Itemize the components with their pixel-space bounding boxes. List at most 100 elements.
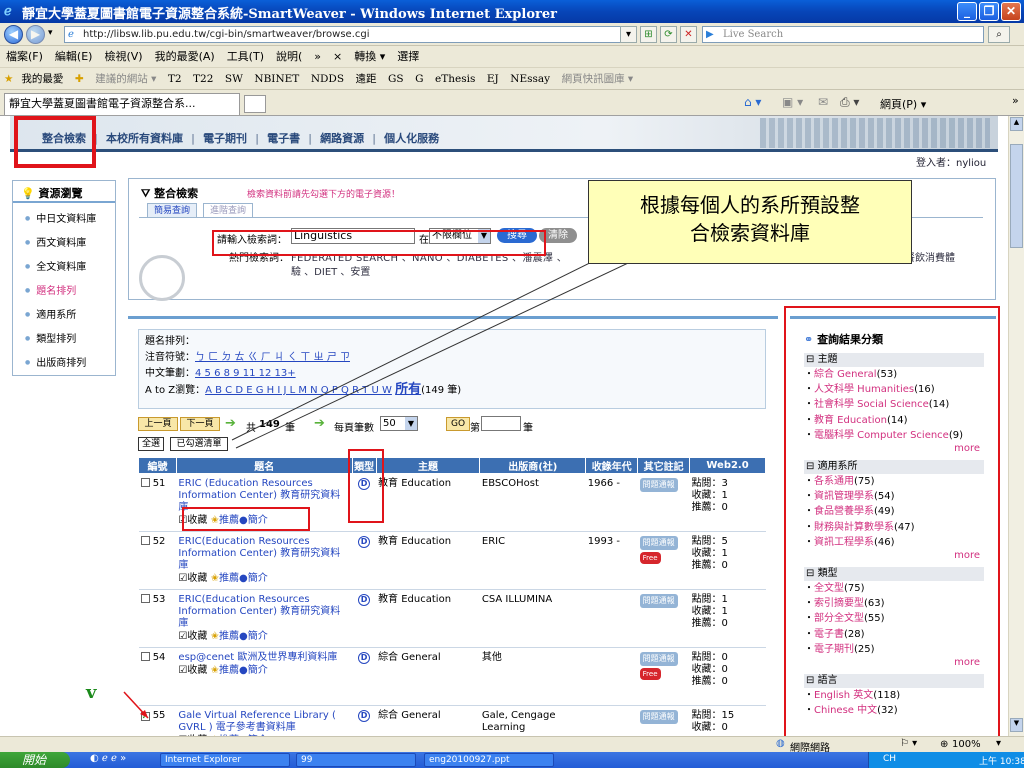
menu-view[interactable]: 檢視(V) <box>98 46 148 68</box>
menu-edit[interactable]: 編輯(E) <box>49 46 99 68</box>
recommend-action[interactable]: 推薦 <box>219 631 239 642</box>
fav-gs[interactable]: GS <box>384 68 408 90</box>
vertical-scrollbar[interactable]: ▲ ▼ <box>1008 116 1024 736</box>
hot-terms-right[interactable]: 餐飲消費體 <box>905 249 955 264</box>
fav-remote[interactable]: 遠距 <box>352 68 381 90</box>
goto-page-input[interactable] <box>481 416 521 431</box>
menu-help[interactable]: 說明( <box>270 46 308 68</box>
row-checkbox[interactable] <box>140 594 150 603</box>
per-page-select[interactable]: 50 ▼ <box>380 416 418 431</box>
taskbar-item-ie[interactable]: Internet Explorer <box>160 753 290 767</box>
intro-action[interactable]: 簡介 <box>248 631 268 642</box>
report-problem-button[interactable]: 問題通報 <box>639 710 678 724</box>
sidebar-item-by-publisher[interactable]: 出版商排列 <box>25 351 115 375</box>
fav-ej[interactable]: EJ <box>483 68 503 90</box>
url-input[interactable]: ℯ http://libsw.lib.pu.edu.tw/cgi-bin/sma… <box>64 26 636 43</box>
toolbar-overflow-icon[interactable]: » <box>1012 94 1019 107</box>
fav-ethesis[interactable]: eThesis <box>431 68 479 90</box>
fav-nessay[interactable]: NEssay <box>506 68 554 90</box>
favorites-label[interactable]: 我的最愛 <box>17 68 67 90</box>
go-button[interactable]: GO <box>446 417 470 431</box>
print-icon[interactable]: ⎙ ▾ <box>840 95 859 110</box>
report-problem-button[interactable]: 問題通報 <box>639 594 678 608</box>
recommend-action[interactable]: 推薦 <box>219 573 239 584</box>
select-all-button[interactable]: 全選 <box>138 437 164 451</box>
fav-sw[interactable]: SW <box>221 68 247 90</box>
intro-action[interactable]: 簡介 <box>248 665 268 676</box>
strokes-links[interactable]: 4 5 6 8 9 11 12 13+ <box>195 368 296 379</box>
live-search-input[interactable]: ▶ Live Search <box>702 26 984 43</box>
nav-all-databases[interactable]: 本校所有資料庫 <box>102 132 187 145</box>
info-icon[interactable]: ● <box>239 631 248 642</box>
collect-action[interactable]: 收藏 <box>187 573 207 584</box>
recommend-icon[interactable]: ✬ <box>211 631 219 642</box>
report-problem-button[interactable]: 問題通報 <box>639 536 678 550</box>
history-dropdown-icon[interactable]: ▾ <box>48 28 53 38</box>
zoom-level[interactable]: 100% <box>952 739 981 750</box>
maximize-button[interactable]: ❐ <box>979 2 999 21</box>
search-button[interactable]: ⌕ <box>988 26 1010 43</box>
menu-file[interactable]: 檔案(F) <box>0 46 49 68</box>
sidebar-item-by-title[interactable]: 題名排列 <box>25 279 115 303</box>
url-dropdown-button[interactable]: ▾ <box>620 26 637 43</box>
taskbar-item-folder[interactable]: 99 <box>296 753 416 767</box>
collect-action[interactable]: 收藏 <box>187 665 207 676</box>
row-checkbox[interactable] <box>140 652 150 661</box>
stop-button[interactable]: ✕ <box>680 26 697 43</box>
hot-terms-line2[interactable]: 驗 、DIET 、安置 <box>291 263 370 278</box>
protected-mode-icon[interactable]: ⚐ ▾ <box>900 738 917 749</box>
menu-tools[interactable]: 工具(T) <box>221 46 270 68</box>
row-title-link[interactable]: ERIC(Education Resources Information Cen… <box>178 536 350 572</box>
menu-close-toolbar[interactable]: × <box>327 46 348 68</box>
prev-page-button[interactable]: 上一頁 <box>138 417 178 431</box>
row-checkbox[interactable] <box>140 478 150 487</box>
compat-view-icon[interactable]: ⊞ <box>640 26 657 43</box>
close-window-button[interactable]: ✕ <box>1001 2 1021 21</box>
tab-advanced-search[interactable]: 進階查詢 <box>203 203 254 217</box>
row-title-link[interactable]: esp@cenet 歐洲及世界專利資料庫 <box>178 652 350 664</box>
add-favorite-icon[interactable]: ✚ <box>71 68 88 90</box>
scroll-up-icon[interactable]: ▲ <box>1010 117 1023 131</box>
zoom-icon[interactable]: ⊕ <box>940 739 948 750</box>
minimize-button[interactable]: _ <box>957 2 977 21</box>
taskbar-item-ppt[interactable]: eng20100927.ppt <box>424 753 554 767</box>
all-link[interactable]: 所有 <box>395 382 421 397</box>
feeds-icon[interactable]: ▣ ▾ <box>782 95 803 109</box>
az-links[interactable]: A B C D E G H I J L M N O P Q R T U W <box>205 385 392 396</box>
start-button[interactable]: 開始 <box>0 752 70 768</box>
fav-suggested[interactable]: 建議的網站 ▾ <box>91 68 160 90</box>
fav-ndds[interactable]: NDDS <box>307 68 348 90</box>
menu-select[interactable]: 選擇 <box>391 46 425 68</box>
checked-list-button[interactable]: 已勾選清單 <box>170 437 228 451</box>
tab-current[interactable]: 靜宜大學蓋夏圖書館電子資源整合系... <box>4 93 240 115</box>
info-icon[interactable]: ● <box>239 665 248 676</box>
scroll-thumb[interactable] <box>1010 144 1023 248</box>
nav-ebooks[interactable]: 電子書 <box>263 132 304 145</box>
tab-simple-search[interactable]: 簡易查詢 <box>147 203 198 217</box>
nav-ejournals[interactable]: 電子期刊 <box>199 132 251 145</box>
collect-action[interactable]: 收藏 <box>187 631 207 642</box>
fav-nbinet[interactable]: NBINET <box>250 68 303 90</box>
recommend-icon[interactable]: ✬ <box>211 665 219 676</box>
sidebar-item-by-type[interactable]: 類型排列 <box>25 327 115 351</box>
row-title-link[interactable]: ERIC(Education Resources Information Cen… <box>178 594 350 630</box>
forward-button[interactable]: ▶ <box>26 25 45 44</box>
info-icon[interactable]: ● <box>239 573 248 584</box>
quicklaunch-icons[interactable]: ◐ ℯ ℯ » <box>90 753 126 764</box>
row-checkbox[interactable] <box>140 536 150 545</box>
sidebar-item-cjk-db[interactable]: 中日文資料庫 <box>25 207 115 231</box>
menu-overflow[interactable]: » <box>308 46 327 68</box>
mail-icon[interactable]: ✉ <box>818 95 828 109</box>
next-page-button[interactable]: 下一頁 <box>180 417 220 431</box>
menu-convert[interactable]: 轉換 ▾ <box>348 46 391 68</box>
row-title-link[interactable]: Gale Virtual Reference Library ( GVRL ) … <box>178 710 350 734</box>
fav-g[interactable]: G <box>411 68 427 90</box>
home-icon[interactable]: ⌂ ▾ <box>744 95 761 109</box>
fav-t22[interactable]: T22 <box>189 68 217 90</box>
report-problem-button[interactable]: 問題通報 <box>639 652 678 666</box>
back-button[interactable]: ◀ <box>4 25 23 44</box>
scroll-down-icon[interactable]: ▼ <box>1010 718 1023 732</box>
intro-action[interactable]: 簡介 <box>248 573 268 584</box>
page-menu[interactable]: 網頁(P) ▾ <box>880 96 926 112</box>
favorites-star-icon[interactable]: ★ <box>0 68 17 90</box>
